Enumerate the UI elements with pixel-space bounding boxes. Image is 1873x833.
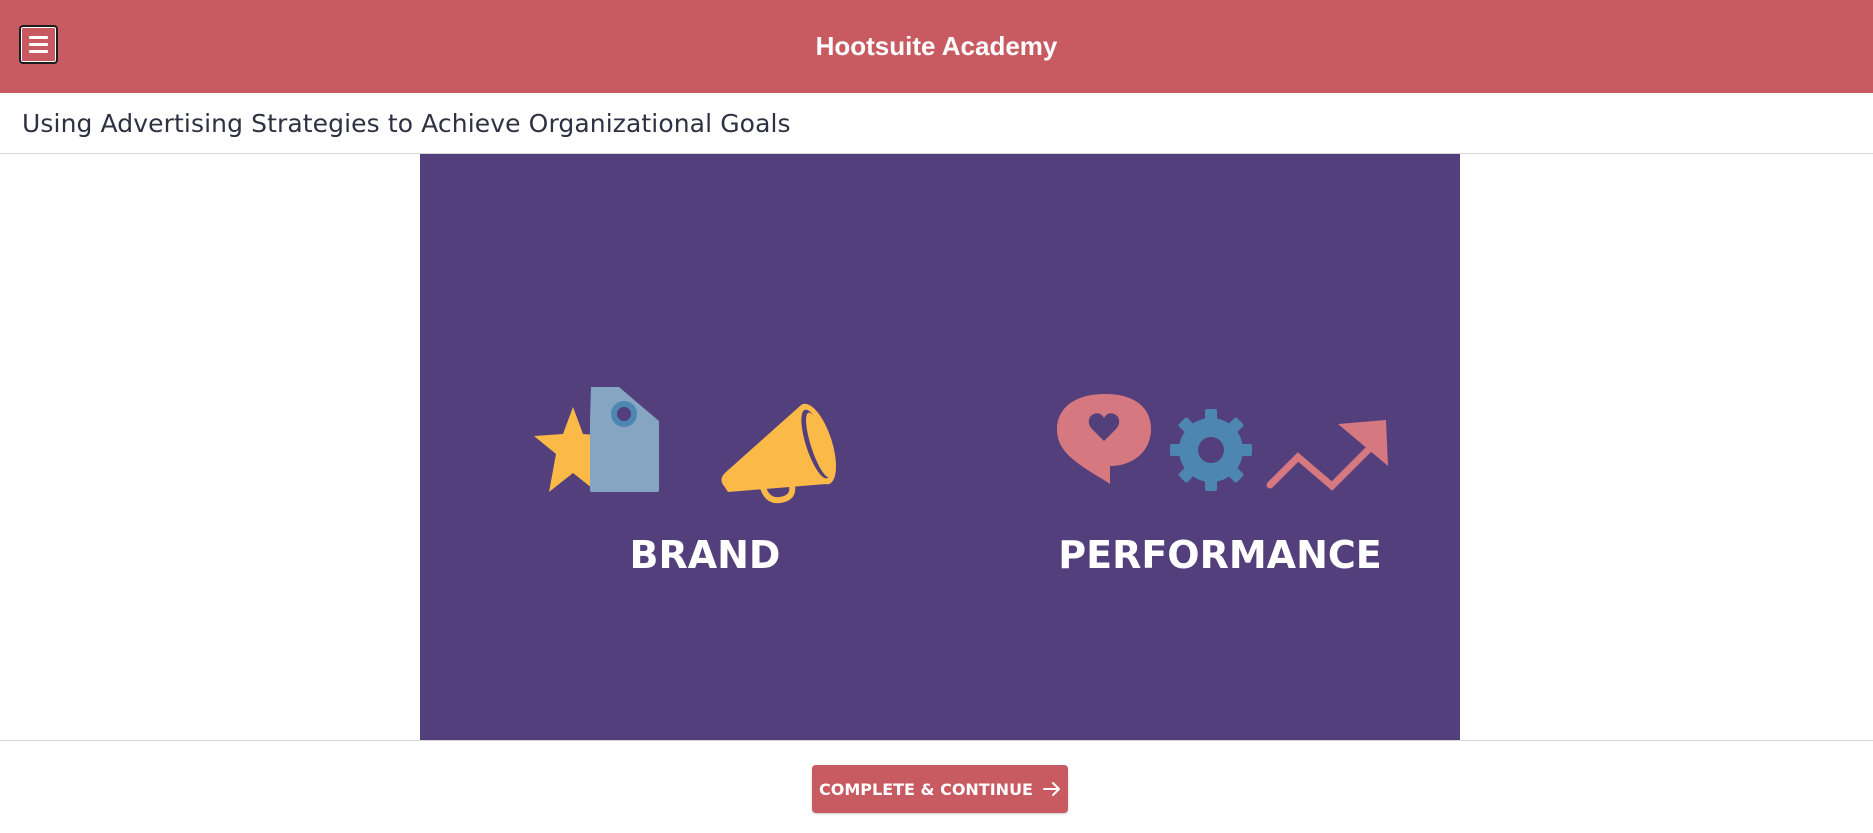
lesson-header: Using Advertising Strategies to Achieve …: [0, 93, 1873, 154]
gear-icon: [1170, 409, 1252, 491]
price-tag-icon: [590, 387, 659, 492]
brand-label: BRAND: [629, 533, 781, 577]
heart-speech-bubble-icon: [1057, 394, 1151, 484]
hamburger-menu-icon: [29, 36, 48, 39]
trending-up-arrow-icon: [1266, 420, 1388, 491]
hamburger-menu-button[interactable]: [19, 25, 58, 64]
app-title: Hootsuite Academy: [815, 31, 1058, 61]
continue-button-label: COMPLETE & CONTINUE: [819, 779, 1033, 799]
lesson-title: Using Advertising Strategies to Achieve …: [22, 109, 791, 138]
megaphone-icon: [721, 403, 837, 504]
top-bar: Hootsuite Academy: [0, 0, 1873, 93]
lesson-slide-image: BRAND PERFORMANCE: [420, 154, 1460, 740]
arrow-right-icon: [1042, 782, 1060, 796]
performance-label: PERFORMANCE: [1058, 533, 1382, 577]
footer-bar: COMPLETE & CONTINUE: [0, 740, 1873, 833]
slide-illustration: [534, 387, 1388, 504]
complete-and-continue-button[interactable]: COMPLETE & CONTINUE: [812, 765, 1068, 813]
